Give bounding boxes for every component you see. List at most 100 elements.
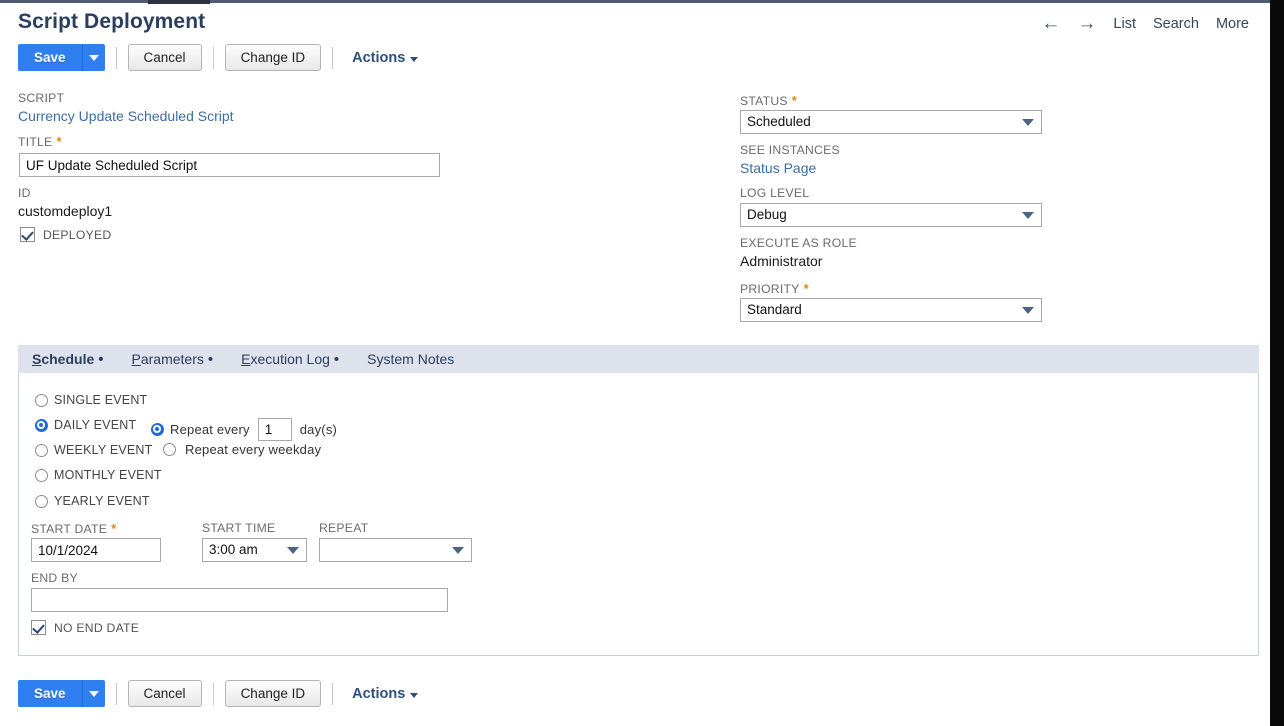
start-time-select[interactable]: 3:00 am — [202, 538, 307, 562]
script-label: SCRIPT — [18, 91, 65, 105]
footer-actions-menu[interactable]: Actions — [352, 685, 419, 702]
priority-label-row: PRIORITY * — [740, 281, 809, 296]
yearly-event-radio[interactable] — [35, 494, 48, 508]
actions-label: Actions — [352, 49, 406, 66]
chevron-down-icon — [88, 690, 99, 697]
status-select[interactable]: Scheduled — [740, 110, 1042, 134]
priority-select-value[interactable]: Standard — [740, 298, 1042, 322]
monthly-event-label: MONTHLY EVENT — [54, 468, 162, 482]
radio-weekly-event[interactable]: WEEKLY EVENT — [35, 443, 153, 457]
status-label-row: STATUS * — [740, 93, 797, 108]
title-label-row: TITLE * — [18, 134, 62, 149]
nav-link-more[interactable]: More — [1216, 16, 1249, 32]
button-separator — [212, 46, 214, 69]
deployed-checkbox-row[interactable]: DEPLOYED — [20, 227, 111, 242]
script-value-link[interactable]: Currency Update Scheduled Script — [18, 108, 234, 124]
record-nav: ← → List Search More — [1041, 14, 1249, 33]
daily-event-label: DAILY EVENT — [54, 418, 137, 432]
button-separator — [115, 682, 117, 705]
required-marker: * — [803, 281, 809, 296]
footer-actions-label: Actions — [352, 685, 406, 702]
execute-as-role-value: Administrator — [740, 253, 823, 269]
footer-save-dropdown-button[interactable] — [81, 680, 105, 707]
radio-repeat-every[interactable]: Repeat every day(s) — [151, 418, 337, 441]
required-marker: * — [791, 93, 797, 108]
no-end-date-checkbox[interactable] — [31, 620, 46, 635]
tab-execution-log-bullet: • — [333, 350, 340, 368]
chevron-down-icon — [88, 54, 99, 61]
repeat-every-input[interactable] — [257, 418, 292, 441]
deployed-checkbox[interactable] — [20, 227, 35, 242]
required-marker: * — [56, 134, 62, 149]
repeat-select[interactable] — [319, 538, 472, 562]
single-event-radio[interactable] — [35, 393, 48, 407]
tab-strip: Schedule • Parameters • Execution Log • … — [18, 345, 1259, 373]
start-time-label: START TIME — [202, 521, 276, 535]
no-end-date-label: NO END DATE — [54, 620, 140, 635]
no-end-date-checkbox-row[interactable]: NO END DATE — [31, 620, 139, 635]
tab-parameters-bullet: • — [207, 350, 214, 368]
tab-system-notes[interactable]: System Notes — [353, 345, 468, 373]
required-marker: * — [111, 521, 117, 536]
radio-yearly-event[interactable]: YEARLY EVENT — [35, 494, 150, 508]
start-time-select-value[interactable]: 3:00 am — [202, 538, 307, 562]
daily-event-radio[interactable] — [35, 418, 48, 432]
save-button[interactable]: Save — [18, 44, 82, 71]
repeat-every-unit: day(s) — [299, 422, 338, 437]
tab-execution-log[interactable]: Execution Log • — [227, 345, 353, 373]
schedule-panel — [18, 373, 1259, 656]
save-button-group: Save — [18, 44, 105, 71]
actions-menu[interactable]: Actions — [352, 49, 419, 66]
footer-save-button[interactable]: Save — [18, 680, 82, 707]
repeat-label: REPEAT — [319, 521, 369, 535]
tab-parameters[interactable]: Parameters • — [118, 345, 228, 373]
radio-repeat-weekday[interactable]: Repeat every weekday — [163, 442, 321, 457]
single-event-label: SINGLE EVENT — [54, 393, 148, 407]
arrow-right-icon[interactable]: → — [1077, 14, 1096, 33]
priority-label: PRIORITY — [740, 281, 800, 296]
tab-parameters-label: arameters — [140, 351, 204, 367]
log-level-label: LOG LEVEL — [740, 186, 810, 200]
radio-single-event[interactable]: SINGLE EVENT — [35, 393, 147, 407]
repeat-weekday-radio[interactable] — [163, 443, 176, 456]
change-id-button[interactable]: Change ID — [224, 44, 322, 71]
footer-change-id-button[interactable]: Change ID — [224, 680, 322, 707]
priority-select[interactable]: Standard — [740, 298, 1042, 322]
weekly-event-label: WEEKLY EVENT — [54, 443, 153, 457]
script-deployment-page: Script Deployment ← → List Search More S… — [0, 0, 1284, 726]
caret-down-icon — [410, 56, 419, 62]
title-input[interactable] — [19, 153, 440, 177]
button-separator — [332, 682, 334, 705]
save-button-group: Save — [18, 680, 105, 707]
log-level-select[interactable]: Debug — [740, 203, 1042, 227]
nav-link-list[interactable]: List — [1113, 16, 1136, 32]
log-level-select-value[interactable]: Debug — [740, 203, 1042, 227]
cancel-button[interactable]: Cancel — [127, 44, 202, 71]
arrow-left-icon[interactable]: ← — [1041, 14, 1060, 33]
page-title: Script Deployment — [18, 10, 206, 33]
button-separator — [115, 46, 117, 69]
weekly-event-radio[interactable] — [35, 443, 48, 457]
end-by-input[interactable] — [31, 588, 448, 612]
start-date-input[interactable] — [31, 538, 161, 562]
footer-cancel-button[interactable]: Cancel — [127, 680, 202, 707]
end-by-label: END BY — [31, 571, 78, 585]
repeat-select-value[interactable] — [319, 538, 472, 562]
save-dropdown-button[interactable] — [81, 44, 105, 71]
start-date-label-row: START DATE * — [31, 521, 116, 536]
execute-as-role-label: EXECUTE AS ROLE — [740, 236, 857, 250]
id-label: ID — [18, 186, 31, 200]
id-value: customdeploy1 — [18, 203, 113, 219]
yearly-event-label: YEARLY EVENT — [54, 494, 150, 508]
status-select-value[interactable]: Scheduled — [740, 110, 1042, 134]
monthly-event-radio[interactable] — [35, 468, 48, 482]
nav-link-search[interactable]: Search — [1153, 16, 1199, 32]
tab-schedule[interactable]: Schedule • — [18, 345, 118, 373]
radio-monthly-event[interactable]: MONTHLY EVENT — [35, 468, 162, 482]
status-page-link[interactable]: Status Page — [740, 160, 816, 176]
see-instances-label: SEE INSTANCES — [740, 143, 840, 157]
repeat-every-radio[interactable] — [151, 423, 164, 436]
radio-daily-event[interactable]: DAILY EVENT — [35, 418, 136, 432]
start-date-label: START DATE — [31, 521, 108, 536]
tab-schedule-label: chedule — [41, 351, 95, 367]
